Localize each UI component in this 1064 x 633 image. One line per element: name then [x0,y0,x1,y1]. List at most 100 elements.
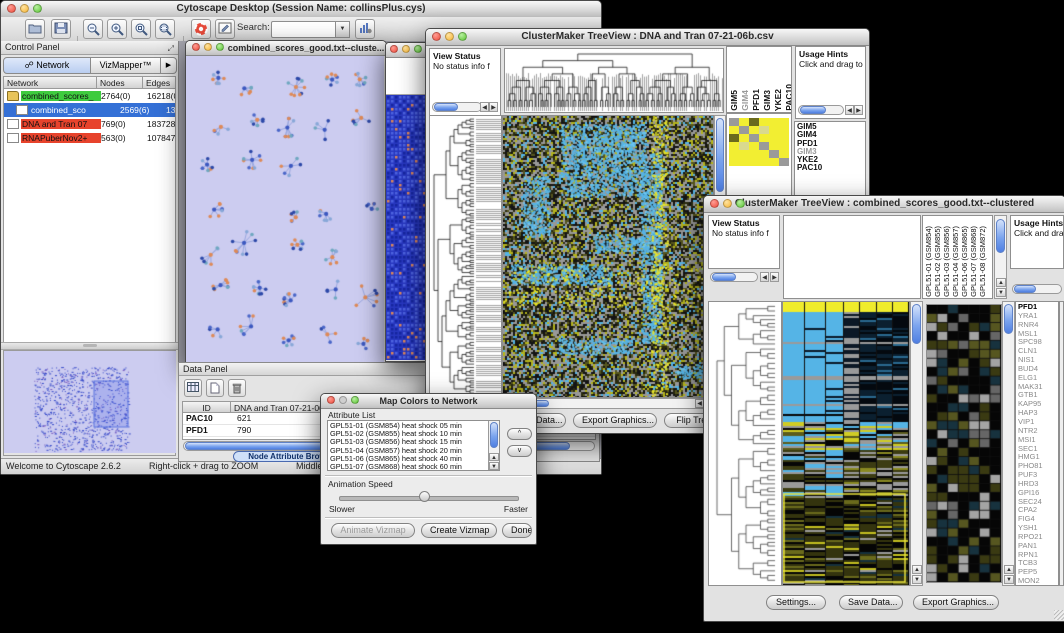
column-label[interactable]: GPL51-02 (GSM855) [934,226,942,297]
scroll-thumb[interactable] [1014,285,1036,293]
column-header-nodes[interactable]: Nodes [97,77,143,89]
column-dendrogram[interactable] [504,48,724,113]
open-folder-icon[interactable] [25,19,45,39]
scroll-thumb[interactable] [912,304,921,344]
column-label[interactable]: YKE2 [773,89,783,111]
scroll-right-arrow[interactable]: ▶ [770,272,779,282]
minimize-button[interactable] [339,396,347,404]
scroll-right-arrow[interactable]: ▶ [489,102,498,112]
scroll-left-arrow[interactable]: ◀ [760,272,769,282]
treeview-dna-title-bar[interactable]: ClusterMaker TreeView : DNA and Tran 07-… [426,29,869,46]
attribute-item[interactable]: GPL51-07 (GSM868) heat shock 60 min [330,463,497,471]
matrix-cell[interactable] [779,150,789,158]
scroll-up-arrow[interactable]: ▲ [912,565,922,574]
close-button[interactable] [7,4,16,13]
move-up-button[interactable]: ^ [507,428,532,440]
column-dendrogram-empty[interactable] [783,215,921,299]
network-window-title-bar[interactable]: combined_scores_good.txt--cluste... [186,41,386,56]
row-dendrogram[interactable] [429,115,502,398]
matrix-cell[interactable] [759,118,769,126]
column-label[interactable]: GPL51-06 (GSM865) [961,226,969,297]
network-list-row[interactable]: DNA and Tran 07769(0)183728(0) [4,117,175,131]
gene-label[interactable]: PAC10 [797,164,863,172]
minimize-button[interactable] [723,199,732,208]
column-label[interactable]: GIM5 [729,90,739,111]
network-list-row[interactable]: combined_scores_2764(0)16218(0) [4,89,175,103]
column-label[interactable]: GPL51-07 (GSM868) [970,226,978,297]
zoom-button[interactable] [33,4,42,13]
column-label[interactable]: GPL51-01 (GSM854) [925,226,933,297]
scroll-up-arrow[interactable]: ▲ [996,278,1006,287]
tab-vizmapper[interactable]: VizMapper™ [91,57,161,74]
settings-button[interactable]: Settings... [766,595,826,610]
search-dropdown-arrow[interactable]: ▼ [335,21,350,38]
matrix-cell[interactable] [749,142,759,150]
column-label[interactable]: GPL51-03 (GSM856) [943,226,951,297]
matrix-cell[interactable] [729,150,739,158]
matrix-cell[interactable] [779,134,789,142]
zoom-selected-icon[interactable] [131,19,151,39]
dense-network-canvas[interactable] [386,95,427,360]
main-title-bar[interactable]: Cytoscape Desktop (Session Name: collins… [1,1,601,18]
matrix-cell[interactable] [759,142,769,150]
scroll-thumb[interactable] [800,106,826,114]
minimize-button[interactable] [204,43,212,51]
matrix-cell[interactable] [739,150,749,158]
main-heatmap[interactable] [782,301,910,586]
main-heatmap[interactable] [502,115,714,398]
scroll-down-arrow[interactable]: ▼ [1004,575,1014,584]
create-vizmap-button[interactable]: Create Vizmap [421,523,497,538]
zoom-vscrollbar[interactable]: ▲ ▼ [1002,301,1015,586]
matrix-cell[interactable] [729,126,739,134]
matrix-cell[interactable] [779,126,789,134]
trash-icon[interactable] [228,379,246,397]
matrix-cell[interactable] [759,126,769,134]
column-header-edges[interactable]: Edges [143,77,175,89]
float-panel-icon[interactable]: ⤢ [168,42,174,55]
export-graphics-button[interactable]: Export Graphics... [573,413,657,428]
tab-network[interactable]: ☍ Network [3,57,91,74]
matrix-cell[interactable] [769,126,779,134]
scroll-down-arrow[interactable]: ▼ [996,288,1006,297]
scroll-thumb[interactable] [490,422,498,448]
scroll-thumb[interactable] [716,118,724,192]
column-label[interactable]: GIM4 [740,90,750,111]
column-label[interactable]: GIM3 [762,90,772,111]
zoom-button[interactable] [216,43,224,51]
tab-overflow-arrow[interactable]: ▶ [161,57,177,74]
matrix-cell[interactable] [769,134,779,142]
matrix-cell[interactable] [739,134,749,142]
annotation-icon[interactable] [215,19,235,39]
matrix-cell[interactable] [769,118,779,126]
matrix-cell[interactable] [749,118,759,126]
zoom-out-icon[interactable] [83,19,103,39]
heatmap-vscrollbar[interactable]: ▲ ▼ [910,301,923,586]
minimize-button[interactable] [20,4,29,13]
column-label[interactable]: PFD1 [751,89,761,111]
close-button[interactable] [327,396,335,404]
network-list-row[interactable]: RNAPuberNov2+563(0)107847(0) [4,131,175,145]
scroll-right-arrow[interactable]: ▶ [854,105,863,115]
scroll-thumb[interactable] [712,273,736,281]
matrix-cell[interactable] [729,134,739,142]
scroll-up-arrow[interactable]: ▲ [489,453,499,461]
column-header-network[interactable]: Network [4,77,97,89]
right-edge-scrollbar[interactable] [1059,301,1064,586]
matrix-cell[interactable] [749,126,759,134]
gene-label[interactable]: MON2 [1018,577,1056,586]
zoom-button[interactable] [414,45,422,53]
export-graphics-button[interactable]: Export Graphics... [913,595,999,610]
matrix-cell[interactable] [729,118,739,126]
close-button[interactable] [710,199,719,208]
help-lifesaver-icon[interactable] [191,19,211,39]
save-icon[interactable] [51,19,71,39]
matrix-cell[interactable] [779,158,789,166]
matrix-cell[interactable] [759,134,769,142]
scroll-left-arrow[interactable]: ◀ [845,105,854,115]
zoom-fit-icon[interactable] [155,19,175,39]
listbox-scrollbar[interactable]: ▲ ▼ [488,421,499,470]
scroll-thumb[interactable] [434,103,458,111]
matrix-cell[interactable] [749,158,759,166]
matrix-cell[interactable] [769,142,779,150]
close-button[interactable] [432,32,441,41]
